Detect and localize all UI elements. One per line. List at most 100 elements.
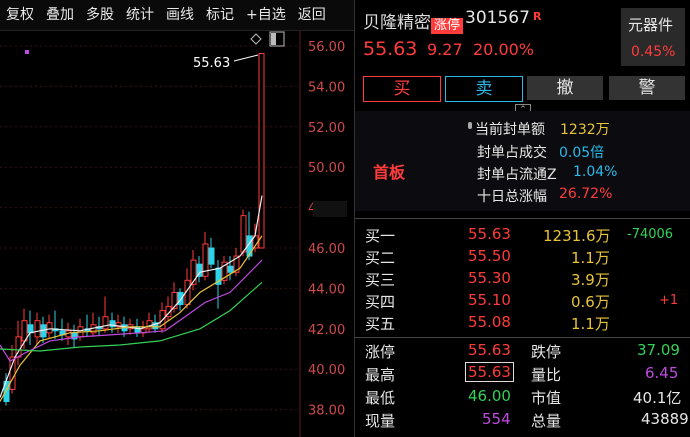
current-volume-value: 554: [482, 410, 511, 428]
ma60-line: [0, 281, 263, 352]
toolbar-draw-line[interactable]: 画线: [160, 0, 200, 30]
bid-price: 55.50: [468, 247, 511, 265]
candle-body: [240, 215, 247, 253]
price-tick-label: 42.00: [308, 323, 345, 338]
bid-delta: +1: [659, 293, 679, 308]
order-book-row[interactable]: 买一 55.63 1231.6万 -74006: [355, 225, 690, 247]
stock-name: 贝隆精密: [363, 13, 431, 33]
chart-marker-icon: [25, 50, 29, 54]
bid-price: 55.30: [468, 269, 511, 287]
limit-up-label: 涨停: [365, 343, 396, 361]
sector-box[interactable]: 元器件 0.45%: [621, 8, 685, 66]
candle-body: [227, 265, 234, 273]
toolbar-add-watchlist[interactable]: +自选: [240, 0, 292, 30]
bid-volume: 0.6万: [571, 293, 610, 311]
low-label: 最低: [365, 389, 396, 407]
stock-code: 301567: [465, 8, 530, 28]
panel-toggle-fill: [271, 33, 276, 45]
toolbar-multi-stock[interactable]: 多股: [80, 0, 120, 30]
price-tick-label: 38.00: [308, 404, 345, 419]
cancel-order-button[interactable]: 撤: [527, 76, 603, 100]
ten-day-gain-label: 十日总涨幅: [477, 189, 547, 205]
toolbar-mark[interactable]: 标记: [200, 0, 240, 30]
price-axis: 56.0054.0052.0050.0048.0046.0044.0042.00…: [308, 40, 345, 419]
order-book-row[interactable]: 买四 55.10 0.6万 +1: [355, 291, 690, 313]
candles: [3, 52, 265, 406]
toolbar-restore-rights[interactable]: 复权: [0, 0, 40, 30]
bid-delta: -74006: [627, 227, 674, 242]
bid-label: 买一: [365, 227, 396, 245]
price-tick-label: 50.00: [308, 161, 345, 176]
price-tick-label: 46.00: [308, 242, 345, 257]
candle-body: [102, 316, 109, 330]
current-volume-label: 现量: [365, 412, 396, 430]
order-book-row[interactable]: 买五 55.08 1.1万: [355, 313, 690, 335]
bid-label: 买五: [365, 315, 396, 333]
candle-body: [258, 52, 265, 249]
limit-down-label: 跌停: [531, 343, 562, 361]
bid-volume: 1.1万: [571, 249, 610, 267]
seal-float-value: 1.04%: [573, 164, 618, 180]
bid-label: 买四: [365, 293, 396, 311]
candle-body: [9, 356, 16, 390]
limit-up-value: 55.63: [468, 341, 511, 359]
peak-price-label: 55.63: [193, 56, 230, 71]
quote-panel: 贝隆精密 涨停 301567 R 55.63 9.27 20.00% 元器件 0…: [354, 0, 690, 437]
bid-label: 买二: [365, 249, 396, 267]
board-label: 首板: [373, 163, 406, 182]
vol-ratio-label: 量比: [531, 366, 562, 384]
moving-averages: [0, 195, 263, 402]
candle-body: [27, 324, 34, 334]
current-price: 55.63: [363, 38, 418, 60]
ma5-line: [0, 195, 263, 398]
seal-float-label: 封单占流通Z: [477, 167, 557, 183]
diamond-icon[interactable]: [250, 33, 262, 45]
candle-body: [34, 320, 41, 338]
sell-button[interactable]: 卖: [445, 76, 523, 102]
price-tick-label: 44.00: [308, 282, 345, 297]
order-book-row[interactable]: 买二 55.50 1.1万: [355, 247, 690, 269]
seal-turnover-value: 0.05倍: [559, 145, 605, 161]
order-book-row[interactable]: 买三 55.30 3.9万: [355, 269, 690, 291]
toolbar-statistics[interactable]: 统计: [120, 0, 160, 30]
seal-turnover-label: 封单占成交: [477, 145, 547, 161]
bid-volume: 1.1万: [571, 315, 610, 333]
low-value: 46.00: [468, 387, 511, 405]
bid-price: 55.63: [468, 225, 511, 243]
candlestick-chart[interactable]: 55.63 56.0054.0052.0050.0048.0046.0044.0…: [0, 30, 354, 437]
bid-volume: 3.9万: [571, 271, 610, 289]
info-icon: [468, 122, 472, 129]
total-volume-label: 总量: [531, 412, 562, 430]
mkt-cap-label: 市值: [531, 389, 562, 407]
price-change-pct: 20.00%: [473, 40, 535, 59]
limit-down-value: 37.09: [637, 341, 680, 359]
bid-price: 55.08: [468, 313, 511, 331]
bid-label: 买三: [365, 271, 396, 289]
seal-amount-value: 1232万: [560, 122, 610, 138]
divider: [355, 218, 690, 219]
vol-ratio-value: 6.45: [645, 364, 679, 382]
price-tick-label: 54.00: [308, 80, 345, 95]
price-tick-label: 56.00: [308, 40, 345, 55]
candle-body: [46, 322, 53, 334]
bid-volume: 1231.6万: [543, 227, 611, 245]
sector-name: 元器件: [628, 16, 674, 34]
toolbar-overlay[interactable]: 叠加: [40, 0, 80, 30]
toolbar-back[interactable]: 返回: [292, 0, 332, 30]
buy-button[interactable]: 买: [363, 76, 441, 102]
alert-button[interactable]: 警: [609, 76, 685, 100]
peak-arrow: [233, 54, 259, 62]
bid-price: 55.10: [468, 291, 511, 309]
seal-section: 首板 当前封单额 1232万 封单占成交 0.05倍 封单占流通Z 1.04% …: [355, 111, 690, 211]
high-label: 最高: [365, 366, 396, 384]
mkt-cap-value: 40.1亿: [633, 389, 682, 407]
price-tick-label: 40.00: [308, 363, 345, 378]
ten-day-gain-value: 26.72%: [559, 186, 613, 202]
price-axis-cursor-mask: [313, 201, 347, 217]
price-tick-label: 52.00: [308, 121, 345, 136]
divider: [355, 337, 690, 338]
candle-body: [208, 247, 215, 265]
limit-up-badge: 涨停: [431, 18, 464, 34]
chart-toolbar: 复权 叠加 多股 统计 画线 标记 +自选 返回: [0, 0, 354, 31]
seal-amount-label: 当前封单额: [475, 122, 545, 138]
